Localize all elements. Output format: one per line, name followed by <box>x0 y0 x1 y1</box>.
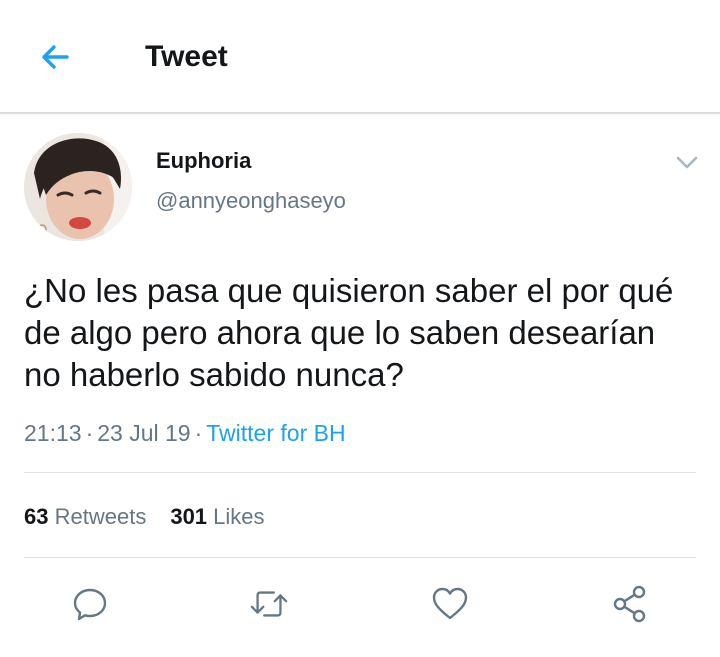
more-options-button[interactable] <box>672 150 702 176</box>
page-title: Tweet <box>145 40 228 73</box>
display-name[interactable]: Euphoria <box>156 147 251 175</box>
tweet-time: 21:13 <box>24 420 82 446</box>
tweet-date: 23 Jul 19 <box>97 420 191 446</box>
heart-icon <box>432 587 468 620</box>
tweet-source-link[interactable]: Twitter for BH <box>206 420 345 446</box>
retweet-button[interactable] <box>249 584 289 624</box>
tweet-meta: 21:13 · 23 Jul 19 · Twitter for BH <box>24 417 346 449</box>
retweets-stat[interactable]: 63 Retweets <box>24 504 146 529</box>
app-header: Tweet <box>0 0 720 114</box>
user-handle[interactable]: @annyeonghaseyo <box>156 186 346 216</box>
chevron-down-icon <box>676 156 698 169</box>
tweet-text: ¿No les pasa que quisieron saber el por … <box>24 272 674 393</box>
reply-icon <box>73 588 107 621</box>
retweets-label: Retweets <box>54 504 147 529</box>
like-button[interactable] <box>430 584 470 624</box>
avatar-photo <box>24 133 132 241</box>
meta-separator: · <box>85 420 94 446</box>
divider <box>24 557 696 558</box>
retweet-icon <box>250 591 288 617</box>
arrow-left-icon <box>42 45 69 69</box>
share-icon <box>613 585 646 623</box>
retweets-count: 63 <box>24 504 49 529</box>
likes-label: Likes <box>213 504 265 529</box>
tweet-stats: 63 Retweets 301 Likes <box>24 502 265 532</box>
reply-button[interactable] <box>70 584 110 624</box>
share-button[interactable] <box>610 584 650 624</box>
back-button[interactable] <box>34 36 76 78</box>
likes-stat[interactable]: 301 Likes <box>170 504 264 529</box>
likes-count: 301 <box>170 504 208 529</box>
avatar[interactable] <box>24 133 132 241</box>
meta-separator: · <box>194 420 203 446</box>
divider <box>24 472 696 473</box>
